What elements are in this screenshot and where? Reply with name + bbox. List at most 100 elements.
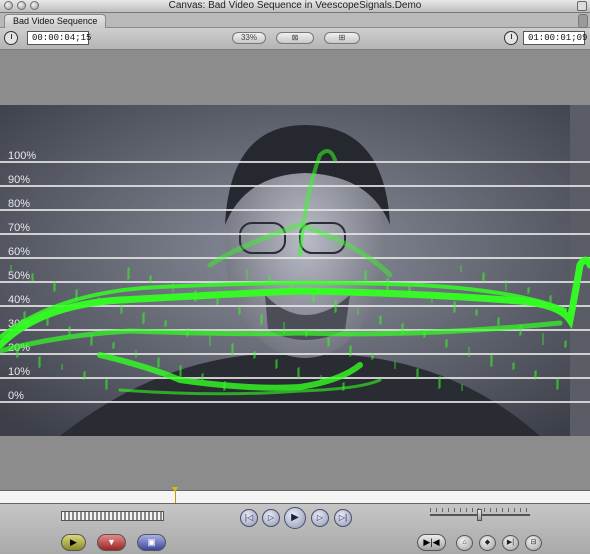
waveform-speckle [194, 291, 196, 302]
go-to-next-edit-button[interactable]: ▷| [334, 509, 352, 527]
graticule-label: 60% [8, 246, 30, 258]
waveform-speckle [46, 319, 48, 326]
waveform-speckle [186, 329, 188, 337]
waveform-speckle [564, 341, 566, 348]
add-keyframe-button[interactable]: ▶| [502, 535, 519, 551]
waveform-speckle [238, 307, 240, 315]
go-to-previous-edit-button[interactable]: |◁ [240, 509, 258, 527]
timecode-clock-icon [4, 31, 18, 45]
waveform-speckle [512, 363, 514, 370]
waveform-speckle [83, 372, 85, 380]
graticule-label: 10% [8, 366, 30, 378]
waveform-speckle [260, 315, 262, 325]
waveform-speckle [534, 371, 536, 380]
match-frame-button[interactable]: ▶|◀ [417, 534, 446, 551]
graticule-label: 70% [8, 222, 30, 234]
waveform-speckle [401, 324, 403, 335]
waveform-speckle [290, 285, 292, 293]
add-marker-icon: ◆ [484, 539, 491, 546]
play-in-to-out-button[interactable]: ▷ [262, 509, 280, 527]
waveform-speckle [342, 383, 344, 391]
play-button[interactable]: ▶ [284, 507, 306, 529]
waveform-speckle [460, 265, 462, 272]
waveform-speckle [364, 271, 366, 281]
current-timecode-field[interactable]: 00:00:04;15 [27, 31, 91, 45]
waveform-speckle [53, 282, 55, 292]
waveform-speckle [438, 377, 440, 389]
mark-in-out-button[interactable]: ⊟ [525, 535, 542, 551]
waveform-speckle [90, 335, 92, 346]
add-marker-button[interactable]: ◆ [479, 535, 496, 551]
waveform-speckle [416, 369, 418, 379]
waveform-speckle [431, 294, 433, 303]
waveform-speckle [31, 274, 33, 282]
waveform-speckle [209, 336, 211, 346]
waveform-speckle [320, 375, 322, 381]
replace-edit-button[interactable]: ▣ [137, 534, 166, 551]
waveform-speckle [475, 310, 477, 316]
replace-icon: ▣ [147, 537, 156, 547]
waveform-speckle [23, 312, 25, 324]
playhead-line [175, 491, 176, 503]
waveform-speckle [75, 290, 77, 302]
mark-in-out-icon: ⊟ [530, 539, 537, 546]
overwrite-edit-button[interactable]: ▼ [97, 534, 126, 551]
waveform-speckle [61, 364, 63, 370]
waveform-speckle [68, 327, 70, 336]
waveform-speckle [371, 354, 373, 360]
overlay-popup[interactable]: ⊞ [324, 32, 360, 44]
jog-handle[interactable] [477, 509, 482, 521]
graticule-label: 50% [8, 270, 30, 282]
play-in-out-icon: ▷ [267, 513, 275, 522]
shuttle-control[interactable] [61, 511, 164, 521]
transport-controls: |◁ ▷ ▶ ▷ ▷| ▶ ▼ ▣ ▶|◀ ⌂ ◆ ▶| ⊟ [0, 504, 590, 554]
tab-sequence[interactable]: Bad Video Sequence [4, 14, 107, 28]
playhead-marker[interactable] [172, 487, 178, 492]
waveform-speckle [312, 293, 314, 303]
waveform-speckle [179, 366, 181, 378]
waveform-speckle [386, 279, 388, 291]
graticule-label: 80% [8, 198, 30, 210]
waveform-speckle [497, 318, 499, 326]
duration-timecode-field[interactable]: 01:00:01;09 [523, 31, 587, 45]
waveform-speckle [112, 343, 114, 349]
play-around-button[interactable]: ▷ [311, 509, 329, 527]
title-bar: Canvas: Bad Video Sequence in VeescopeSi… [0, 0, 590, 13]
overlay-icon: ⊞ [338, 33, 346, 42]
waveform-speckle [231, 344, 233, 356]
waveform-speckle [16, 349, 18, 358]
view-popup[interactable]: ⊠ [276, 32, 314, 44]
play-around-icon: ▷ [316, 513, 324, 522]
waveform-speckle [453, 302, 455, 313]
waveform-speckle [98, 297, 100, 304]
waveform-speckle [142, 313, 144, 324]
waveform-speckle [527, 288, 529, 294]
video-frame: 100%90%80%70%60%50%40%30%20%10%0% [0, 105, 590, 436]
next-edit-icon: ▷| [338, 513, 348, 522]
waveform-speckle [149, 276, 151, 283]
insert-edit-button[interactable]: ▶ [61, 534, 86, 551]
mark-clip-button[interactable]: ⌂ [456, 535, 473, 551]
waveform-speckle [482, 273, 484, 282]
waveform-speckle [327, 338, 329, 347]
waveform-speckle [490, 355, 492, 367]
graticule-label: 100% [8, 150, 36, 162]
playhead-scrubber[interactable] [0, 487, 590, 504]
previous-edit-icon: |◁ [244, 513, 254, 522]
waveform-speckle [357, 308, 359, 315]
waveform-speckle [334, 301, 336, 313]
zoom-popup[interactable]: 33% [232, 32, 266, 44]
waveform-speckle [394, 361, 396, 369]
waveform-speckle [349, 346, 351, 357]
video-viewer[interactable]: 100% 90% 80% 70% 60% 50% 40% 30% 20% 10% 0% [0, 105, 590, 436]
waveform-speckle [275, 360, 277, 369]
toolbar-toggle-button[interactable] [577, 1, 587, 11]
waveform-speckle [408, 287, 410, 294]
insert-icon: ▶ [70, 537, 77, 547]
tab-scroll-handle[interactable] [578, 14, 588, 28]
mark-clip-icon: ⌂ [462, 539, 467, 546]
waveform-speckle [201, 374, 203, 381]
waveform-speckle [579, 266, 581, 272]
waveform-speckle [105, 380, 107, 390]
waveform-speckle [283, 322, 285, 334]
